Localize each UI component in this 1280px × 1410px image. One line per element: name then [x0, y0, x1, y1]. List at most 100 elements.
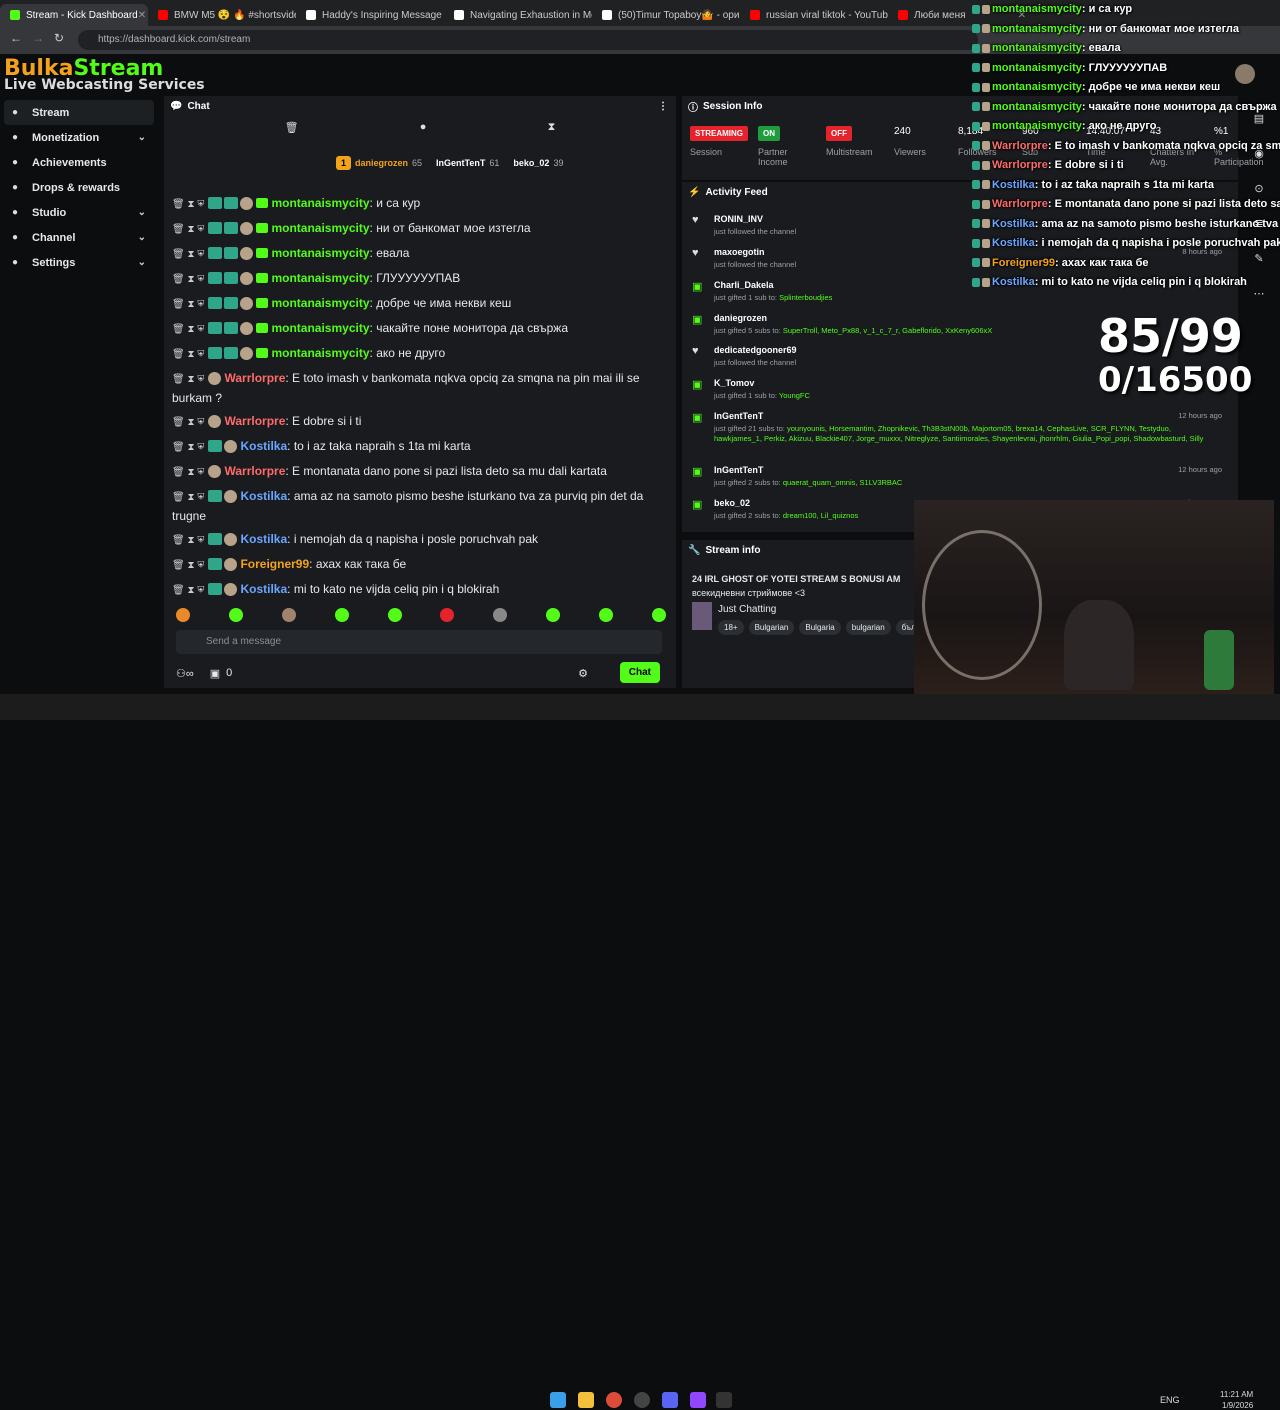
trash-icon[interactable]: 🗑: [285, 121, 299, 134]
activity-recipients: YoungFC: [778, 391, 810, 400]
sidebar-item-achievements[interactable]: ● Achievements: [0, 150, 160, 175]
chat-username[interactable]: montanaismycity: [271, 296, 369, 310]
overlay-text: ama az na samoto pismo beshe isturkano t…: [1041, 217, 1280, 230]
chat-username[interactable]: Warrlorpre: [224, 464, 285, 478]
emote-icon[interactable]: [228, 608, 243, 622]
chat-username[interactable]: montanaismycity: [271, 346, 369, 360]
sidebar-item-monetization[interactable]: ● Monetization ⌄: [0, 125, 160, 150]
chrome-icon[interactable]: [606, 1392, 622, 1408]
share-icon[interactable]: ⋯: [1246, 280, 1272, 306]
clock-date[interactable]: 1/9/2026: [1222, 1401, 1253, 1410]
chat-username[interactable]: Kostilka: [240, 582, 287, 596]
chat-username[interactable]: montanaismycity: [271, 221, 369, 235]
send-chat-button[interactable]: Chat: [619, 662, 660, 683]
close-icon[interactable]: ✕: [138, 10, 146, 21]
mod-actions-icon[interactable]: 🗑 ⧗ ⛨: [172, 417, 204, 428]
tools-icon[interactable]: ✎: [1246, 245, 1272, 271]
emote-icon[interactable]: [440, 608, 455, 622]
browser-tab[interactable]: (50)Timur Topaboy🤷 - оригин✕: [592, 4, 740, 26]
mod-actions-icon[interactable]: 🗑 ⧗ ⛨: [172, 274, 204, 285]
stream-info-header: 🔧 Stream info: [682, 540, 922, 560]
browser-tab[interactable]: Stream - Kick Dashboard ✕: [0, 4, 148, 26]
stream-tag[interactable]: bulgarian: [845, 620, 891, 635]
discord-icon[interactable]: [662, 1392, 678, 1408]
stream-tag[interactable]: 18+: [718, 620, 744, 635]
chat-username[interactable]: Kostilka: [240, 489, 287, 503]
chat-username[interactable]: montanaismycity: [271, 196, 369, 210]
leaderboard-entry[interactable]: 1 daniegrozen 65: [336, 156, 422, 170]
browser-tab[interactable]: Haddy's Inspiring Message After✕: [296, 4, 444, 26]
chat-username[interactable]: montanaismycity: [271, 271, 369, 285]
browser-tab[interactable]: russian viral tiktok - YouTube✕: [740, 4, 888, 26]
timer-icon[interactable]: ⧗: [548, 121, 556, 134]
calendar-icon[interactable]: ▤: [1246, 105, 1272, 131]
chat-username[interactable]: montanaismycity: [271, 246, 369, 260]
mod-actions-icon[interactable]: 🗑 ⧗ ⛨: [172, 467, 204, 478]
chevron-down-icon[interactable]: ⌄: [138, 207, 146, 218]
twitch-icon[interactable]: [690, 1392, 706, 1408]
sidebar-item-drops-rewards[interactable]: ● Drops & rewards: [0, 175, 160, 200]
broadcast-icon[interactable]: ⊙: [1246, 175, 1272, 201]
forward-icon[interactable]: →: [32, 31, 44, 45]
activity-user[interactable]: InGentTenT: [714, 411, 1214, 421]
mod-actions-icon[interactable]: 🗑 ⧗ ⛨: [172, 299, 204, 310]
terminal-icon[interactable]: [716, 1392, 732, 1408]
emote-icon[interactable]: [493, 608, 508, 622]
sidebar-item-settings[interactable]: ● Settings ⌄: [0, 250, 160, 275]
mod-actions-icon[interactable]: 🗑 ⧗ ⛨: [172, 535, 204, 546]
sidebar-item-studio[interactable]: ● Studio ⌄: [0, 200, 160, 225]
leaderboard-entry[interactable]: InGentTenT 61: [436, 156, 499, 170]
emote-icon[interactable]: [334, 608, 349, 622]
clock-time[interactable]: 11:21 AM: [1220, 1390, 1253, 1399]
back-icon[interactable]: ←: [10, 31, 22, 45]
mod-actions-icon[interactable]: 🗑 ⧗ ⛨: [172, 199, 204, 210]
message-input[interactable]: Send a message: [176, 630, 662, 654]
url-input[interactable]: https://dashboard.kick.com/stream: [78, 30, 978, 50]
emote-icon[interactable]: [176, 608, 190, 622]
mod-actions-icon[interactable]: 🗑 ⧗ ⛨: [172, 249, 204, 260]
mod-actions-icon[interactable]: 🗑 ⧗ ⛨: [172, 442, 204, 453]
layers-icon[interactable]: ≣: [1246, 210, 1272, 236]
file-explorer-icon[interactable]: [578, 1392, 594, 1408]
overlay-text: i nemojah da q napisha i posle poruchvah…: [1041, 237, 1280, 249]
windows-start-icon[interactable]: [550, 1392, 566, 1408]
browser-tab[interactable]: BMW M5 😵 🔥 #shortsvideo✕: [148, 4, 296, 26]
users-icon[interactable]: ⚇∞: [176, 667, 194, 680]
emote-icon[interactable]: [281, 608, 296, 622]
chat-username[interactable]: montanaismycity: [271, 321, 369, 335]
chevron-down-icon[interactable]: ⌄: [138, 232, 146, 243]
reload-icon[interactable]: ↻: [54, 31, 64, 45]
chat-username[interactable]: Foreigner99: [240, 557, 309, 571]
chat-username[interactable]: Warrlorpre: [224, 371, 285, 385]
emote-icon[interactable]: [651, 608, 666, 622]
chat-username[interactable]: Kostilka: [240, 532, 287, 546]
chat-username[interactable]: Kostilka: [240, 439, 287, 453]
more-icon[interactable]: ⋮: [658, 101, 668, 112]
chat-username[interactable]: Warrlorpre: [224, 414, 285, 428]
activity-user[interactable]: InGentTenT: [714, 465, 1214, 475]
chat-bubble-icon[interactable]: ●: [420, 121, 427, 133]
mod-actions-icon[interactable]: 🗑 ⧗ ⛨: [172, 349, 204, 360]
emote-icon[interactable]: [387, 608, 402, 622]
category-name[interactable]: Just Chatting: [718, 604, 776, 615]
stream-tag[interactable]: Bulgarian: [748, 620, 795, 635]
mod-actions-icon[interactable]: 🗑 ⧗ ⛨: [172, 374, 204, 385]
obs-icon[interactable]: [634, 1392, 650, 1408]
mod-actions-icon[interactable]: 🗑 ⧗ ⛨: [172, 324, 204, 335]
chevron-down-icon[interactable]: ⌄: [138, 257, 146, 268]
browser-tab[interactable]: Navigating Exhaustion in Mode✕: [444, 4, 592, 26]
emote-icon[interactable]: [599, 608, 613, 622]
settings-icon[interactable]: ⚙: [578, 667, 588, 680]
language-indicator[interactable]: ENG: [1160, 1395, 1180, 1405]
stream-tag[interactable]: Bulgaria: [799, 620, 841, 635]
sidebar-item-stream[interactable]: ● Stream: [4, 100, 154, 125]
leaderboard-entry[interactable]: beko_02 39: [513, 156, 563, 170]
emote-icon[interactable]: [546, 608, 561, 622]
mod-actions-icon[interactable]: 🗑 ⧗ ⛨: [172, 560, 204, 571]
chevron-down-icon[interactable]: ⌄: [138, 132, 146, 143]
sidebar-item-channel[interactable]: ● Channel ⌄: [0, 225, 160, 250]
mod-actions-icon[interactable]: 🗑 ⧗ ⛨: [172, 492, 204, 503]
mod-actions-icon[interactable]: 🗑 ⧗ ⛨: [172, 224, 204, 235]
chat-icon[interactable]: ◉: [1246, 140, 1272, 166]
mod-actions-icon[interactable]: 🗑 ⧗ ⛨: [172, 585, 204, 596]
